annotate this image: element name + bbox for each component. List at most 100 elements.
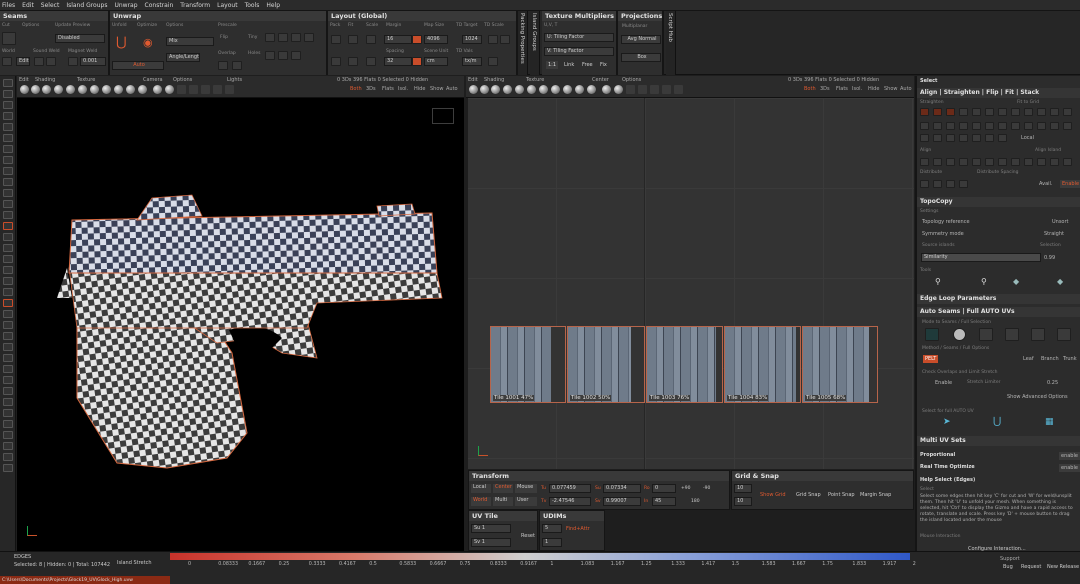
view-mode-isol[interactable]: Isol.	[398, 86, 408, 92]
sound-weld-icon[interactable]	[46, 57, 56, 66]
align-tool-icon-4-4[interactable]	[959, 158, 968, 166]
viewport-shading-icon-1[interactable]	[469, 85, 478, 94]
point-snap-button[interactable]: Point Snap	[828, 492, 855, 498]
seams-mode-icon-c[interactable]	[979, 328, 993, 341]
world-button[interactable]: World	[471, 497, 491, 506]
viewport-shading-icon-9[interactable]	[563, 85, 572, 94]
align-tool-icon-3-7[interactable]	[998, 134, 1007, 142]
seams-mode-icon-e[interactable]	[1031, 328, 1045, 341]
show-grid-button[interactable]: Show Grid	[760, 492, 786, 498]
align-tool-icon-3-2[interactable]	[933, 134, 942, 142]
unwrap-tool-icon-b[interactable]	[278, 33, 288, 42]
align-tool-icon-3-3[interactable]	[946, 134, 955, 142]
left-tool-icon-24[interactable]	[3, 332, 13, 340]
full-auto-unwrap-icon[interactable]: ⋃	[993, 417, 1003, 427]
similarity-slider[interactable]: Similarity	[921, 253, 1041, 262]
menu-transform[interactable]: Transform	[180, 2, 210, 9]
left-tool-icon-36[interactable]	[3, 464, 13, 472]
show-advanced-options-button[interactable]: Show Advanced Options	[1007, 394, 1068, 400]
margin-px-icon[interactable]	[412, 35, 422, 44]
viewport-shading-icon-15[interactable]	[638, 85, 647, 94]
left-tool-icon-7[interactable]	[3, 145, 13, 153]
viewport-shading-icon-7[interactable]	[539, 85, 548, 94]
tab-island-groups[interactable]: Island Groups	[530, 11, 540, 75]
unwrap-tool-icon-e[interactable]	[265, 51, 275, 60]
viewport-shading-icon-1[interactable]	[20, 85, 29, 94]
viewport-shading-icon-2[interactable]	[31, 85, 40, 94]
cut-icon[interactable]	[2, 32, 16, 45]
world-icon[interactable]	[2, 57, 12, 66]
align-tool-icon-3-1[interactable]	[920, 134, 929, 142]
align-tool-icon-5-2[interactable]	[933, 180, 942, 188]
island-stretch-select[interactable]: Island Stretch	[117, 560, 152, 566]
menu-unwrap[interactable]: Unwrap	[114, 2, 137, 9]
local-select[interactable]: Local	[1021, 135, 1034, 141]
align-tool-icon-4-10[interactable]	[1037, 158, 1046, 166]
left-tool-icon-11[interactable]	[3, 189, 13, 197]
pack-icon[interactable]	[331, 35, 341, 44]
align-tool-icon-2-1[interactable]	[920, 122, 929, 130]
align-tool-icon-2-4[interactable]	[959, 122, 968, 130]
view-mode-flats[interactable]: Flats	[382, 86, 394, 92]
align-tool-icon-1-10[interactable]	[1037, 108, 1046, 116]
align-tool-icon-1-2[interactable]	[933, 108, 942, 116]
link-button[interactable]: Link	[564, 62, 574, 68]
auto-button[interactable]: Auto	[112, 61, 164, 70]
viewport-shading-icon-10[interactable]	[126, 85, 135, 94]
seams-mode-sphere-icon[interactable]	[953, 328, 966, 341]
udims-u-input[interactable]: 5	[542, 524, 562, 533]
check-enable-button[interactable]: Enable	[935, 380, 952, 386]
left-tool-icon-1[interactable]	[3, 79, 13, 87]
su-input[interactable]: 0.07334	[603, 484, 641, 493]
align-tool-icon-5-4[interactable]	[959, 180, 968, 188]
viewport-shading-icon-18[interactable]	[674, 85, 683, 94]
left-tool-icon-21[interactable]	[3, 299, 13, 307]
support-link[interactable]: Support	[1000, 556, 1020, 562]
left-tool-icon-17[interactable]	[3, 255, 13, 263]
viewport-shading-icon-11[interactable]	[138, 85, 147, 94]
left-tool-icon-20[interactable]	[3, 288, 13, 296]
configure-interaction-link[interactable]: Configure Interaction...	[968, 546, 1026, 552]
left-tool-icon-3[interactable]	[3, 101, 13, 109]
left-tool-icon-12[interactable]	[3, 200, 13, 208]
topocopy-apply-icon[interactable]: ◆	[1013, 278, 1023, 287]
map-size-input[interactable]: 4096	[424, 35, 448, 44]
viewport-shading-icon-8[interactable]	[551, 85, 560, 94]
viewport-shading-icon-14[interactable]	[626, 85, 635, 94]
tab-packing-properties[interactable]: Packing Properties	[518, 11, 528, 75]
align-tool-icon-1-11[interactable]	[1050, 108, 1059, 116]
align-tool-icon-4-9[interactable]	[1024, 158, 1033, 166]
full-auto-pack-icon[interactable]: ▦	[1045, 418, 1055, 427]
viewport-3d[interactable]	[17, 98, 464, 551]
proportional-toggle[interactable]: enable	[1059, 452, 1080, 460]
left-tool-icon-27[interactable]	[3, 365, 13, 373]
seams-mode-icon-a[interactable]	[925, 328, 939, 341]
magnet-weld-icon[interactable]	[68, 57, 78, 66]
view-mode-isol[interactable]: Isol.	[852, 86, 862, 92]
symmetry-mode-select[interactable]: Straight	[1044, 231, 1064, 237]
align-tool-icon-4-1[interactable]	[920, 158, 929, 166]
left-tool-icon-31[interactable]	[3, 409, 13, 417]
tab-script-hub[interactable]: Script Hub	[666, 11, 676, 75]
view-mode-show[interactable]: Show	[884, 86, 898, 92]
unfold-icon[interactable]: ⋃	[116, 36, 130, 51]
align-tool-icon-5-3[interactable]	[946, 180, 955, 188]
tu-input[interactable]: 0.077459	[549, 484, 591, 493]
topocopy-paste-icon[interactable]: ◆	[1057, 278, 1067, 287]
align-tool-icon-1-5[interactable]	[972, 108, 981, 116]
ro-input[interactable]: 0	[652, 484, 676, 493]
layout-tool-icon-c[interactable]	[366, 57, 376, 66]
rotate-minus-90-button[interactable]: -90	[703, 486, 710, 491]
left-tool-icon-33[interactable]	[3, 431, 13, 439]
tiling-v-input[interactable]: V: Tiling Factor	[544, 47, 614, 56]
align-tool-icon-2-2[interactable]	[933, 122, 942, 130]
viewport-shading-icon-17[interactable]	[662, 85, 671, 94]
multi-button[interactable]: Multi	[493, 497, 513, 506]
unwrap-tool-icon-g[interactable]	[291, 51, 301, 60]
align-tool-icon-5-1[interactable]	[920, 180, 929, 188]
view-mode-3ds[interactable]: 3Ds	[820, 86, 830, 92]
view-mode-hide[interactable]: Hide	[414, 86, 425, 92]
pelt-button[interactable]: PELT	[923, 355, 939, 363]
spacing-input[interactable]: 32	[384, 57, 412, 66]
align-tool-icon-3-4[interactable]	[959, 134, 968, 142]
